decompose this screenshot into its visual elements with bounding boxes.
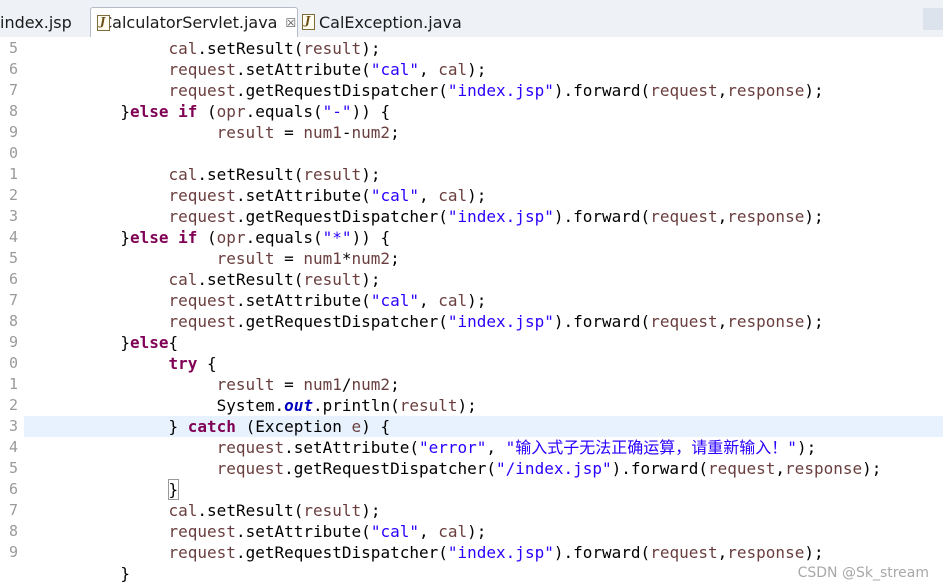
code-line: cal.setResult(result);	[168, 165, 381, 184]
code-line: request.getRequestDispatcher("index.jsp"…	[168, 81, 824, 100]
code-line: request.setAttribute("cal", cal);	[168, 522, 487, 541]
tab-label: CalculatorServlet.java	[101, 13, 278, 32]
line-number: 8	[8, 522, 18, 540]
tab-index-jsp[interactable]: index.jsp	[0, 7, 86, 37]
code-line: }	[167, 479, 180, 500]
line-number: 2	[8, 396, 18, 414]
line-number: 1	[8, 165, 18, 183]
code-line: try {	[168, 354, 217, 373]
code-line: request.setAttribute("cal", cal);	[168, 60, 487, 79]
code-line: }else if (opr.equals("-")) {	[24, 102, 391, 121]
line-number: 3	[8, 207, 18, 225]
current-code-line: } catch (Exception e) {	[24, 416, 943, 437]
line-number: 8	[8, 312, 18, 330]
code-line: request.getRequestDispatcher("/index.jsp…	[216, 459, 882, 478]
code-line: cal.setResult(result);	[168, 501, 381, 520]
code-line: }else{	[24, 333, 179, 352]
line-number: 1	[8, 375, 18, 393]
line-number: 2	[8, 186, 18, 204]
line-number-gutter: 5 6 7 8 9 0 1 2 3 4 5 6 7 8 9 0 1 2 3 4 …	[0, 37, 24, 587]
line-number: 9	[8, 333, 18, 351]
line-number: 5	[8, 249, 18, 267]
line-number: 9	[8, 543, 18, 561]
code-line: request.getRequestDispatcher("index.jsp"…	[168, 543, 824, 562]
code-editor[interactable]: 5 6 7 8 9 0 1 2 3 4 5 6 7 8 9 0 1 2 3 4 …	[0, 37, 943, 587]
code-line: cal.setResult(result);	[168, 39, 381, 58]
line-number: 5	[8, 459, 18, 477]
code-line: request.setAttribute("error", "输入式子无法正确运…	[216, 438, 817, 457]
line-number: 6	[8, 60, 18, 78]
tab-calculatorservlet-java[interactable]: J CalculatorServlet.java ☒	[90, 7, 298, 37]
line-number: 3	[8, 417, 18, 435]
line-number: 9	[8, 123, 18, 141]
watermark: CSDN @Sk_stream	[797, 565, 929, 581]
line-number: 4	[8, 228, 18, 246]
code-line: System.out.println(result);	[216, 396, 477, 415]
line-number: 4	[8, 438, 18, 456]
code-line: }else if (opr.equals("*")) {	[24, 228, 391, 247]
line-number: 6	[8, 480, 18, 498]
close-tab-icon[interactable]: ☒	[285, 16, 296, 30]
tab-overflow-area	[923, 8, 943, 30]
line-number: 0	[8, 144, 18, 162]
line-number: 8	[8, 102, 18, 120]
code-line: result = num1*num2;	[216, 249, 400, 268]
line-number: 7	[8, 291, 18, 309]
tab-label: index.jsp	[0, 12, 72, 32]
code-line: request.setAttribute("cal", cal);	[168, 186, 487, 205]
line-number: 7	[8, 81, 18, 99]
java-file-icon: J	[302, 14, 315, 30]
code-line: result = num1-num2;	[216, 123, 400, 142]
code-line: request.setAttribute("cal", cal);	[168, 291, 487, 310]
tab-calexception-java[interactable]: J CalException.java	[302, 7, 462, 37]
line-number: 5	[8, 39, 18, 57]
code-line: request.getRequestDispatcher("index.jsp"…	[168, 312, 824, 331]
code-line: result = num1/num2;	[216, 375, 400, 394]
code-line: request.getRequestDispatcher("index.jsp"…	[168, 207, 824, 226]
line-number: 0	[8, 354, 18, 372]
code-line: cal.setResult(result);	[168, 270, 381, 289]
editor-tab-bar: index.jsp J CalculatorServlet.java ☒ J C…	[0, 0, 943, 38]
line-number: 6	[8, 270, 18, 288]
line-number: 7	[8, 501, 18, 519]
tab-label: CalException.java	[319, 12, 462, 32]
